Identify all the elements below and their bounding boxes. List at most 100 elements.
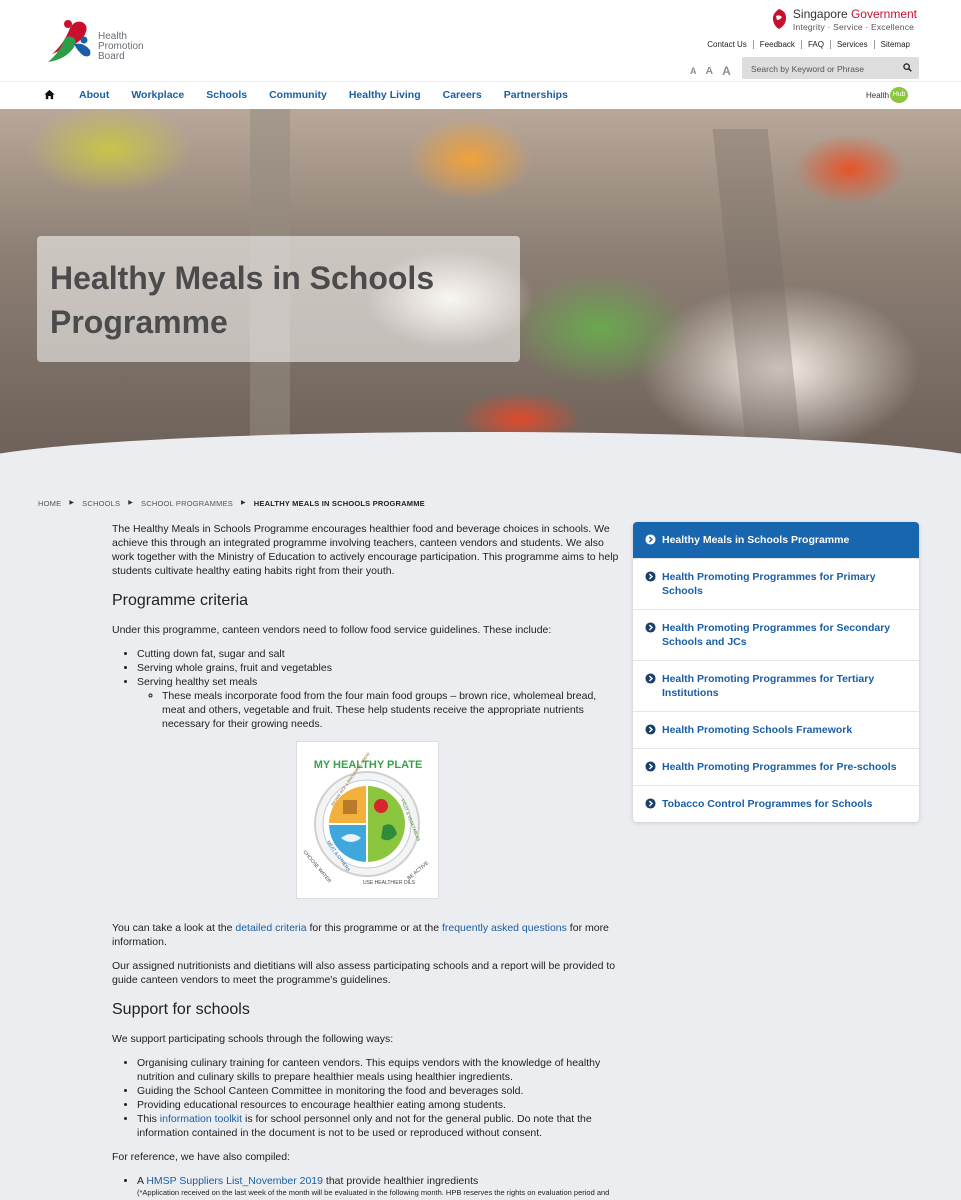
sidebar-item-label: Health Promoting Programmes for Secondar…	[662, 622, 891, 648]
chevron-circle-right-icon	[645, 761, 656, 772]
utility-link-services[interactable]: Services	[829, 40, 874, 49]
breadcrumb-school-programmes[interactable]: School Programmes	[141, 499, 233, 508]
healthhub-text: Health	[866, 90, 890, 100]
page-title-line: Programme	[50, 304, 228, 340]
information-toolkit-link[interactable]: information toolkit	[160, 1113, 242, 1125]
chevron-circle-right-icon	[645, 673, 656, 684]
font-size-medium-button[interactable]: A	[706, 65, 714, 78]
sg-brand-text: Singapore Government	[793, 8, 917, 20]
page-title-line: Healthy Meals in Schools	[50, 260, 435, 296]
list-item: Guiding the School Canteen Committee in …	[137, 1084, 622, 1098]
list-item: Serving whole grains, fruit and vegetabl…	[137, 661, 622, 675]
assessment-paragraph: Our assigned nutritionists and dietitian…	[112, 960, 616, 986]
utility-links: Contact Us Feedback FAQ Services Sitemap	[701, 40, 916, 49]
breadcrumb: Home ▶ Schools ▶ School Programmes ▶ Hea…	[38, 499, 433, 508]
utility-link-contact-us[interactable]: Contact Us	[701, 40, 753, 49]
chevron-circle-right-icon	[645, 571, 656, 582]
font-size-small-button[interactable]: A	[690, 66, 697, 78]
sidebar-item-label: Healthy Meals in Schools Programme	[662, 534, 850, 546]
plate-title: MY HEALTHY PLATE	[313, 759, 422, 771]
sidebar-item-label: Health Promoting Programmes for Tertiary…	[662, 673, 875, 699]
support-list: Organising culinary training for canteen…	[137, 1056, 622, 1140]
text-segment: This	[137, 1113, 160, 1125]
plate-label: BE ACTIVE	[406, 860, 430, 882]
font-size-controls: A A A	[690, 64, 731, 78]
sidebar-item-pre-schools[interactable]: Health Promoting Programmes for Pre-scho…	[633, 748, 919, 785]
chevron-right-icon: ▶	[240, 500, 246, 506]
chevron-circle-right-icon	[645, 534, 656, 545]
sg-lion-icon	[772, 9, 786, 29]
reference-lead: For reference, we have also compiled:	[112, 1151, 291, 1163]
criteria-sublist: These meals incorporate food from the fo…	[162, 689, 622, 731]
sidebar-item-secondary-schools[interactable]: Health Promoting Programmes for Secondar…	[633, 609, 919, 660]
utility-link-sitemap[interactable]: Sitemap	[873, 40, 916, 49]
hmsp-suppliers-link[interactable]: HMSP Suppliers List_November 2019	[146, 1175, 323, 1187]
reference-list: A HMSP Suppliers List_November 2019 that…	[137, 1174, 622, 1198]
sidebar-item-healthy-meals[interactable]: Healthy Meals in Schools Programme	[633, 522, 919, 558]
nav-item-workplace[interactable]: Workplace	[131, 89, 184, 101]
sidebar-item-schools-framework[interactable]: Health Promoting Schools Framework	[633, 711, 919, 748]
search-input[interactable]: Search by Keyword or Phrase	[742, 57, 919, 79]
nav-item-partnerships[interactable]: Partnerships	[504, 89, 568, 101]
reference-note: (*Application received on the last week …	[137, 1188, 610, 1197]
nav-item-schools[interactable]: Schools	[206, 89, 247, 101]
nav-item-community[interactable]: Community	[269, 89, 327, 101]
page-title: Healthy Meals in Schools Programme	[50, 256, 507, 344]
faq-link[interactable]: frequently asked questions	[442, 922, 567, 934]
utility-link-faq[interactable]: FAQ	[800, 40, 830, 49]
list-item: Serving healthy set meals These meals in…	[137, 675, 622, 731]
list-item-text: Serving healthy set meals	[137, 676, 258, 688]
site-header: Health Promotion Board Singapore Governm…	[0, 0, 961, 81]
criteria-lead: Under this programme, canteen vendors ne…	[112, 624, 552, 636]
sidebar-item-label: Health Promoting Schools Framework	[662, 724, 853, 736]
sidebar-item-primary-schools[interactable]: Health Promoting Programmes for Primary …	[633, 558, 919, 609]
sidebar-item-label: Tobacco Control Programmes for Schools	[662, 798, 873, 810]
hero-image-detail	[712, 129, 803, 459]
utility-link-feedback[interactable]: Feedback	[752, 40, 801, 49]
criteria-heading: Programme criteria	[112, 592, 249, 609]
sidebar-nav: Healthy Meals in Schools Programme Healt…	[633, 522, 919, 822]
healthy-plate-image: MY HEALTHY PLATE USE HEALTHIER OILS CHOO…	[295, 741, 439, 899]
home-icon[interactable]	[44, 89, 55, 100]
main-nav: About Workplace Schools Community Health…	[0, 81, 961, 109]
detailed-criteria-link[interactable]: detailed criteria	[235, 922, 306, 934]
nav-item-careers[interactable]: Careers	[443, 89, 482, 101]
sg-government-brand[interactable]: Singapore Government Integrity · Service…	[770, 8, 917, 32]
healthy-plate-illustration: MY HEALTHY PLATE USE HEALTHIER OILS CHOO…	[301, 752, 430, 886]
criteria-more-paragraph: You can take a look at the detailed crit…	[112, 921, 622, 949]
list-item: These meals incorporate food from the fo…	[162, 689, 622, 731]
hpb-logo-icon	[48, 20, 91, 62]
nav-items: About Workplace Schools Community Health…	[79, 89, 590, 101]
nav-item-healthy-living[interactable]: Healthy Living	[349, 89, 421, 101]
list-item: A HMSP Suppliers List_November 2019 that…	[137, 1174, 622, 1198]
chevron-right-icon: ▶	[69, 500, 75, 506]
text-segment: for this programme or at the	[306, 922, 442, 934]
chevron-circle-right-icon	[645, 798, 656, 809]
hpb-logo-text: Health Promotion Board	[98, 32, 144, 62]
sidebar-item-tobacco-control[interactable]: Tobacco Control Programmes for Schools	[633, 785, 919, 822]
plate-label: USE HEALTHIER OILS	[363, 880, 416, 886]
breadcrumb-current: Healthy Meals in Schools Programme	[253, 499, 425, 508]
text-segment: that provide healthier ingredients	[323, 1175, 479, 1187]
nav-item-about[interactable]: About	[79, 89, 109, 101]
support-lead: We support participating schools through…	[112, 1033, 394, 1045]
sg-brand-name: Singapore	[792, 7, 848, 21]
sg-tagline: Integrity · Service · Excellence	[792, 22, 915, 32]
text-segment: A	[137, 1175, 147, 1187]
chevron-right-icon: ▶	[128, 500, 134, 506]
support-heading: Support for schools	[112, 1001, 250, 1018]
breadcrumb-schools[interactable]: Schools	[82, 499, 120, 508]
list-item: Cutting down fat, sugar and salt	[137, 647, 622, 661]
breadcrumb-home[interactable]: Home	[38, 499, 61, 508]
search-placeholder: Search by Keyword or Phrase	[751, 64, 864, 74]
sidebar-item-label: Health Promoting Programmes for Primary …	[662, 571, 876, 597]
search-icon[interactable]	[903, 63, 912, 72]
healthhub-badge: Hub	[890, 87, 909, 103]
logo-text-line: Board	[98, 51, 125, 62]
hero-title-box: Healthy Meals in Schools Programme	[37, 236, 520, 362]
sidebar-item-tertiary-institutions[interactable]: Health Promoting Programmes for Tertiary…	[633, 660, 919, 711]
chevron-circle-right-icon	[645, 724, 656, 735]
font-size-large-button[interactable]: A	[722, 64, 731, 78]
sg-brand-gov: Government	[850, 7, 917, 21]
healthhub-link[interactable]: Health Hub	[866, 87, 909, 103]
